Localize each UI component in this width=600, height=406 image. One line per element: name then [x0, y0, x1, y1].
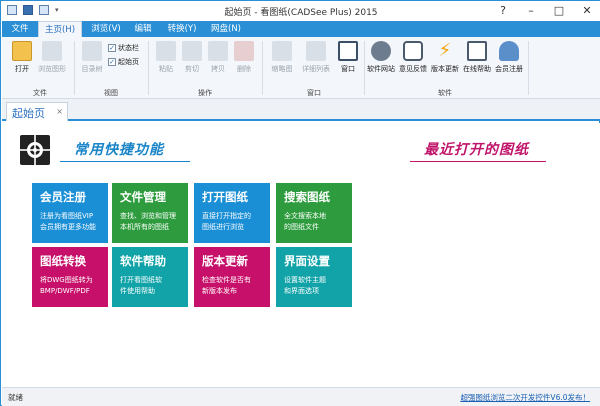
tab-convert[interactable]: 转换(Y): [162, 21, 202, 37]
browse-graphics-button[interactable]: 浏览图形: [38, 41, 66, 74]
tab-file[interactable]: 文件: [2, 21, 38, 37]
status-bar: 就绪 超强图纸浏览二次开发控件V6.0发布！: [2, 387, 600, 406]
folder-open-icon: [12, 41, 32, 61]
tile-drawing-convert[interactable]: 图纸转换 将DWG图纸转为 BMP/DWF/PDF: [32, 247, 108, 307]
operate-group-label: 操作: [198, 89, 212, 97]
chat-icon: [403, 41, 423, 61]
statusbar-checkbox[interactable]: ✓ 状态栏: [108, 43, 139, 53]
minimize-button[interactable]: –: [517, 1, 545, 21]
close-icon[interactable]: ×: [56, 107, 63, 116]
window-controls: ? – □ ✕: [489, 1, 600, 21]
title-bar: ▾ 起始页 - 看图纸(CADSee Plus) 2015 ? – □ ✕: [1, 1, 600, 21]
tab-browse[interactable]: 浏览(V): [86, 21, 126, 37]
delete-button[interactable]: 删除: [230, 41, 258, 74]
feedback-button[interactable]: 意见反馈: [398, 41, 428, 74]
browse-icon: [42, 41, 62, 61]
tree-icon: [82, 41, 102, 61]
paste-button[interactable]: 粘贴: [152, 41, 180, 74]
software-group-label: 软件: [438, 89, 452, 97]
group-divider: [262, 41, 263, 95]
website-button[interactable]: 软件网站: [366, 41, 396, 74]
file-group-label: 文件: [33, 89, 47, 97]
details-list-icon: [306, 41, 326, 61]
app-logo-icon: [20, 135, 50, 165]
ribbon-tab-bar: 文件 主页(H) 浏览(V) 编辑 转换(Y) 网盘(N): [2, 21, 600, 37]
group-divider: [74, 41, 75, 95]
tile-file-manager[interactable]: 文件管理 查找、浏览和管理 本机所有的图纸: [112, 183, 188, 243]
thumbnail-button[interactable]: 缩略图: [266, 41, 298, 74]
member-register-button[interactable]: 会员注册: [494, 41, 524, 74]
tile-open-drawing[interactable]: 打开图纸 直接打开指定的 图纸进行浏览: [194, 183, 270, 243]
ribbon: 打开 浏览图形 文件 目录树 ✓ 状态栏 ✓ 起始页 视图 粘贴 剪切 拷贝 删…: [2, 37, 600, 99]
window-button[interactable]: 窗口: [334, 41, 362, 74]
close-button[interactable]: ✕: [573, 1, 600, 21]
tab-home[interactable]: 主页(H): [38, 21, 82, 37]
globe-icon: [371, 41, 391, 61]
delete-icon: [234, 41, 254, 61]
maximize-button[interactable]: □: [545, 1, 573, 21]
open-button[interactable]: 打开: [8, 41, 36, 74]
startpage-checkbox[interactable]: ✓ 起始页: [108, 57, 139, 67]
window-icon: [338, 41, 358, 61]
check-icon: ✓: [108, 44, 116, 52]
recent-drawings-title: 最近打开的图纸: [424, 142, 529, 158]
tile-ui-settings[interactable]: 界面设置 设置软件主题 和界面选项: [276, 247, 352, 307]
tab-edit[interactable]: 编辑: [128, 21, 158, 37]
copy-icon: [208, 41, 228, 61]
paste-icon: [156, 41, 176, 61]
tile-version-update[interactable]: 版本更新 检查软件是否有 新版本发布: [194, 247, 270, 307]
thumbnail-icon: [272, 41, 292, 61]
group-divider: [148, 41, 149, 95]
online-help-button[interactable]: 在线帮助: [462, 41, 492, 74]
cut-button[interactable]: 剪切: [178, 41, 206, 74]
tile-member-register[interactable]: 会员注册 注册为看图纸VIP 会员拥有更多功能: [32, 183, 108, 243]
check-icon: ✓: [108, 58, 116, 66]
app-window: ▾ 起始页 - 看图纸(CADSee Plus) 2015 ? – □ ✕ 文件…: [0, 0, 600, 406]
window-group-label: 窗口: [307, 89, 321, 97]
help-icon[interactable]: ?: [489, 1, 517, 21]
quick-functions-title: 常用快捷功能: [74, 142, 164, 158]
tile-search-drawing[interactable]: 搜索图纸 全文搜索本地 的图纸文件: [276, 183, 352, 243]
details-list-button[interactable]: 详细列表: [300, 41, 332, 74]
group-divider: [364, 41, 365, 95]
sdk-release-link[interactable]: 超强图纸浏览二次开发控件V6.0发布！: [460, 392, 590, 403]
start-page: 常用快捷功能 最近打开的图纸 会员注册 注册为看图纸VIP 会员拥有更多功能 文件…: [2, 123, 600, 387]
doc-tab-startpage[interactable]: 起始页 ×: [6, 102, 68, 121]
divider: [60, 161, 190, 162]
copy-button[interactable]: 拷贝: [204, 41, 232, 74]
tile-software-help[interactable]: 软件帮助 打开看图纸软 件使用帮助: [112, 247, 188, 307]
member-icon: [499, 41, 519, 61]
tree-button[interactable]: 目录树: [78, 41, 106, 74]
update-button[interactable]: ⚡ 版本更新: [430, 41, 460, 74]
tab-cloud[interactable]: 网盘(N): [206, 21, 246, 37]
view-group-label: 视图: [104, 89, 118, 97]
help-book-icon: [467, 41, 487, 61]
scissors-icon: [182, 41, 202, 61]
status-text: 就绪: [8, 393, 23, 402]
lightning-icon: ⚡: [438, 40, 452, 61]
group-divider: [528, 41, 529, 95]
document-tab-strip: 起始页 ×: [2, 99, 600, 121]
divider: [410, 161, 546, 162]
